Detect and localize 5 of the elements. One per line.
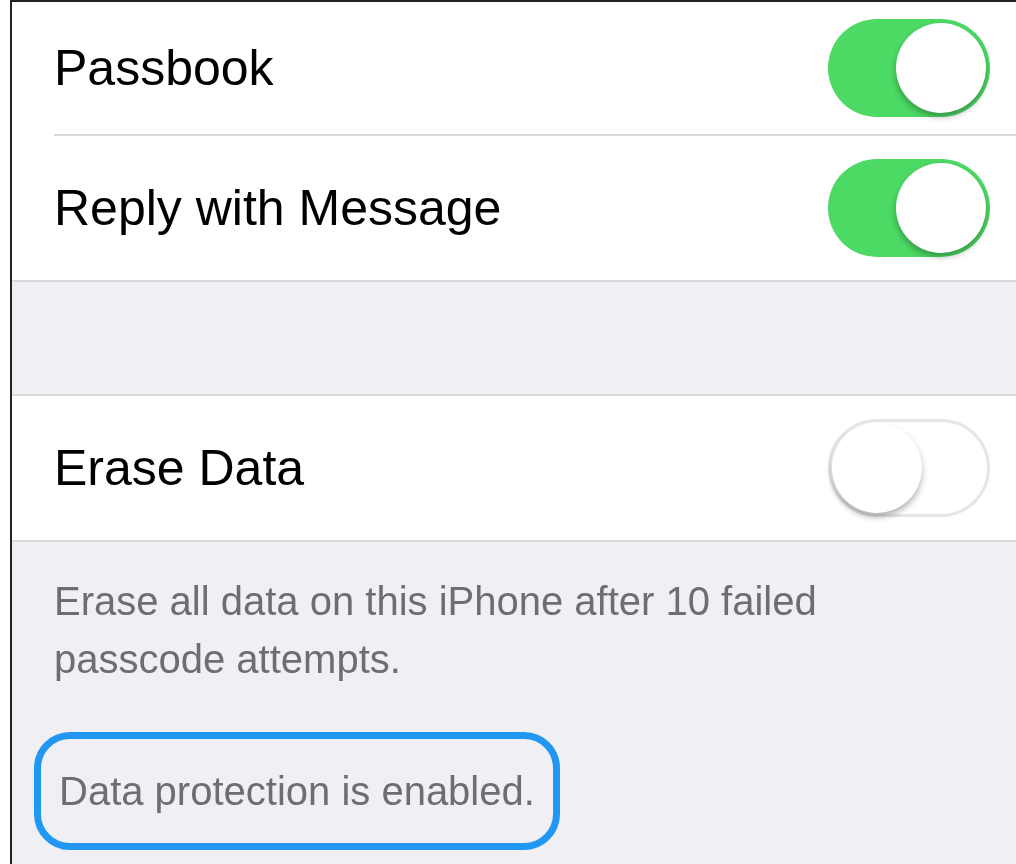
setting-label: Passbook — [54, 38, 274, 98]
status-note: Data protection is enabled. — [34, 732, 560, 850]
setting-label: Erase Data — [54, 438, 305, 498]
footer-text: Erase all data on this iPhone after 10 failed passcode attempts. — [53, 578, 818, 683]
setting-label: Reply with Message — [54, 178, 502, 238]
